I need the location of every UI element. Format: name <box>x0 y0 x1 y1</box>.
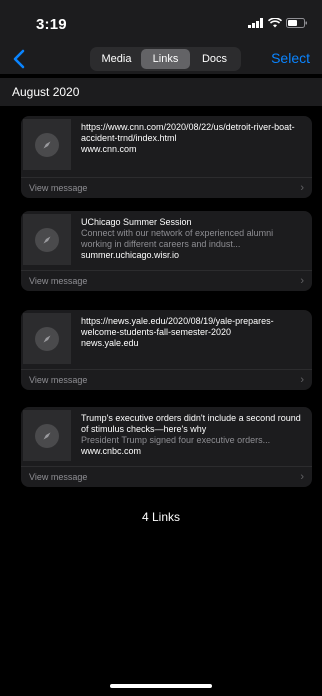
link-domain: www.cnn.com <box>81 144 137 154</box>
link-title: UChicago Summer Session <box>81 217 192 227</box>
link-title: https://www.cnn.com/2020/08/22/us/detroi… <box>81 122 295 143</box>
link-description: Connect with our network of experienced … <box>81 228 274 249</box>
chevron-left-icon <box>13 49 25 69</box>
view-message-row[interactable]: View message › <box>21 177 312 198</box>
view-message-row[interactable]: View message › <box>21 369 312 390</box>
links-count: 4 Links <box>141 510 181 524</box>
tab-docs[interactable]: Docs <box>190 49 239 69</box>
wifi-icon <box>268 18 282 28</box>
chevron-right-icon: › <box>300 374 304 386</box>
view-message-row[interactable]: View message › <box>21 270 312 291</box>
tab-links[interactable]: Links <box>141 49 190 69</box>
nav-bar: Media Links Docs Select <box>0 44 322 74</box>
link-domain: summer.uchicago.wisr.io <box>81 250 180 260</box>
section-title: August 2020 <box>12 85 80 99</box>
link-text: Trump's executive orders didn't include … <box>81 413 304 457</box>
select-button[interactable]: Select <box>271 50 310 66</box>
compass-icon <box>43 335 51 342</box>
link-text: https://www.cnn.com/2020/08/22/us/detroi… <box>81 122 304 155</box>
link-title: https://news.yale.edu/2020/08/19/yale-pr… <box>81 316 274 337</box>
chevron-right-icon: › <box>300 471 304 483</box>
status-time: 3:19 <box>36 16 67 33</box>
chevron-right-icon: › <box>300 275 304 287</box>
link-thumbnail <box>23 214 71 265</box>
section-header: August 2020 <box>0 78 322 106</box>
compass-icon <box>43 236 51 243</box>
link-text: UChicago Summer Session Connect with our… <box>81 217 304 261</box>
link-thumbnail <box>23 313 71 364</box>
home-indicator[interactable] <box>110 684 212 688</box>
battery-icon <box>286 18 307 28</box>
link-domain: www.cnbc.com <box>81 446 142 456</box>
cellular-signal-icon <box>248 18 263 28</box>
view-message-label: View message <box>29 183 88 193</box>
compass-icon <box>43 432 51 439</box>
view-message-label: View message <box>29 472 88 482</box>
link-thumbnail <box>23 410 71 461</box>
chevron-right-icon: › <box>300 182 304 194</box>
view-message-row[interactable]: View message › <box>21 466 312 487</box>
link-domain: news.yale.edu <box>81 338 139 348</box>
link-text: https://news.yale.edu/2020/08/19/yale-pr… <box>81 316 304 349</box>
status-bar: 3:19 <box>0 0 322 44</box>
link-card[interactable]: https://www.cnn.com/2020/08/22/us/detroi… <box>21 116 312 198</box>
link-card[interactable]: Trump's executive orders didn't include … <box>21 407 312 487</box>
link-title: Trump's executive orders didn't include … <box>81 413 301 434</box>
tab-media[interactable]: Media <box>92 49 141 69</box>
link-description: President Trump signed four executive or… <box>81 435 271 445</box>
view-message-label: View message <box>29 276 88 286</box>
link-card[interactable]: UChicago Summer Session Connect with our… <box>21 211 312 291</box>
compass-icon <box>43 141 51 148</box>
link-card[interactable]: https://news.yale.edu/2020/08/19/yale-pr… <box>21 310 312 390</box>
segmented-control: Media Links Docs <box>90 47 241 71</box>
view-message-label: View message <box>29 375 88 385</box>
back-button[interactable] <box>8 47 30 71</box>
link-thumbnail <box>23 119 71 170</box>
status-icons <box>248 18 308 28</box>
